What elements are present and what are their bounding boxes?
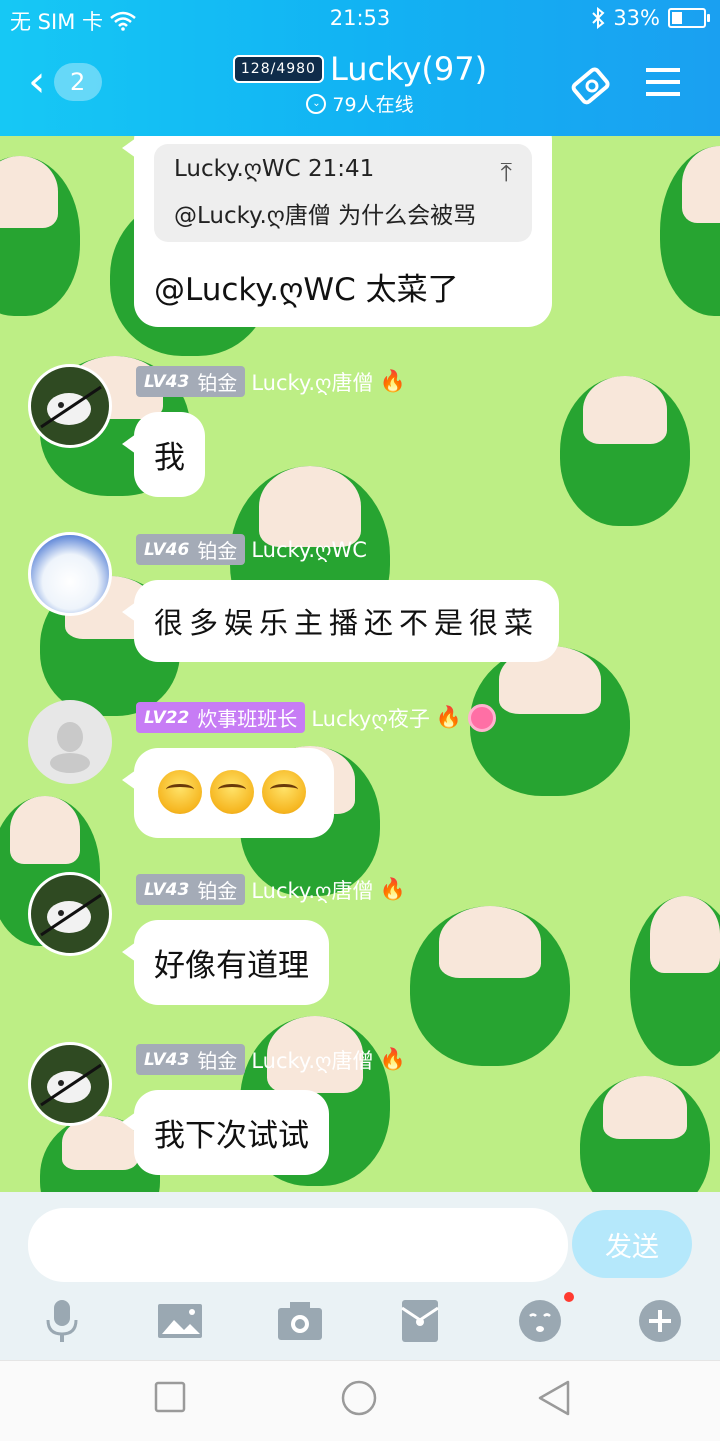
chat-title: Lucky(97) [329,50,488,88]
avatar[interactable] [28,532,112,616]
background-sticker [560,376,690,526]
quoted-message[interactable]: Lucky.ღWC 21:41 @Lucky.ღ唐僧 为什么会被骂 ⤒ [154,144,532,242]
sender-meta: LV22 炊事班班长 Luckyღ夜子 🔥 [136,702,497,733]
background-sticker [580,1076,710,1192]
message-text: 好像有道理 [154,948,309,984]
avatar[interactable] [28,700,112,784]
sender-meta: LV43 铂金 Lucky.ღ唐僧 🔥 [136,874,406,905]
jump-to-top-icon[interactable]: ⤒ [501,158,513,189]
camera-icon[interactable] [276,1298,324,1344]
message-bubble[interactable] [122,748,334,838]
message-input[interactable] [28,1208,568,1282]
call-icon[interactable] [568,62,616,110]
chevron-down-circle-icon: ⌄ [306,93,327,114]
bluetooth-icon [592,7,605,29]
default-avatar-icon [50,722,90,773]
message-text: 我下次试试 [154,1118,309,1154]
smirk-emoji-icon [158,770,202,814]
image-icon[interactable] [156,1298,204,1344]
sender-name[interactable]: Lucky.ღ唐僧 [251,367,373,397]
back-nav-button[interactable] [536,1379,572,1421]
circle-icon [341,1380,377,1416]
member-tag: LV43 铂金 [136,874,246,905]
avatar[interactable] [28,872,112,956]
recent-apps-button[interactable] [154,1381,186,1417]
plus-icon[interactable] [636,1298,684,1344]
message-bubble[interactable]: 我下次试试 [122,1090,329,1175]
square-icon [154,1381,186,1413]
background-sticker [660,146,720,316]
battery-icon [668,8,710,28]
battery-percent: 33% [613,6,660,30]
sender-name[interactable]: Lucky.ღWC [251,538,367,562]
avatar[interactable] [28,364,112,448]
avatar[interactable] [28,1042,112,1126]
battery-fill [672,12,682,24]
message-bubble-quote[interactable]: Lucky.ღWC 21:41 @Lucky.ღ唐僧 为什么会被骂 ⤒ @Luc… [122,136,552,327]
menu-icon[interactable] [644,62,692,110]
member-tag: LV43 铂金 [136,366,246,397]
group-level-badge: 128/4980 [232,55,324,83]
fire-icon: 🔥 [379,369,406,393]
online-count[interactable]: ⌄ 79人在线 [306,90,414,117]
member-tag: LV46 铂金 [136,534,246,565]
flower-icon [468,703,497,732]
chat-header: 无 SIM 卡 21:53 33% ‹ 2 128/4980 Lucky(97) [0,0,720,136]
status-bar: 无 SIM 卡 21:53 33% [0,0,720,38]
smirk-emoji-icon [262,770,306,814]
dog-avatar-icon [40,385,102,429]
sender-name[interactable]: Lucky.ღ唐僧 [251,875,373,905]
input-bar: 发送 [0,1192,720,1360]
quote-text: @Lucky.ღ唐僧 为什么会被骂 [174,203,477,229]
smirk-emoji-icon [210,770,254,814]
member-tag: LV43 铂金 [136,1044,246,1075]
member-tag: LV22 炊事班班长 [136,702,306,733]
sender-meta: LV43 铂金 Lucky.ღ唐僧 🔥 [136,366,406,397]
fire-icon: 🔥 [435,705,463,729]
chat-messages[interactable]: Lucky.ღWC 21:41 @Lucky.ღ唐僧 为什么会被骂 ⤒ @Luc… [0,136,720,1192]
message-bubble[interactable]: 好像有道理 [122,920,329,1005]
message-text: 很多娱乐主播还不是很菜 [154,606,540,640]
message-text: 我 [154,440,185,476]
sender-meta: LV43 铂金 Lucky.ღ唐僧 🔥 [136,1044,406,1075]
fire-icon: 🔥 [379,877,406,901]
emoji-icon[interactable] [516,1298,564,1344]
red-packet-icon[interactable] [396,1298,444,1344]
background-sticker [0,156,80,316]
sender-name[interactable]: Luckyღ夜子 [311,703,430,733]
microphone-icon[interactable] [38,1298,86,1344]
system-nav-bar [0,1360,720,1441]
message-text: @Lucky.ღWC 太菜了 [154,272,459,308]
triangle-back-icon [538,1380,570,1416]
status-right: 33% [591,6,710,30]
message-bubble[interactable]: 我 [122,412,205,497]
notification-dot [564,1292,574,1302]
sender-name[interactable]: Lucky.ღ唐僧 [251,1045,373,1075]
fire-icon: 🔥 [379,1047,406,1071]
message-bubble[interactable]: 很多娱乐主播还不是很菜 [121,580,560,662]
online-label: 79人在线 [332,94,414,116]
sender-meta: LV46 铂金 Lucky.ღWC [136,534,367,565]
dog-avatar-icon [40,1063,102,1107]
quote-header: Lucky.ღWC 21:41 [174,156,375,182]
send-button[interactable]: 发送 [572,1210,692,1278]
home-button[interactable] [340,1379,378,1421]
dog-avatar-icon [40,893,102,937]
background-sticker [630,896,720,1066]
background-sticker [410,906,570,1066]
